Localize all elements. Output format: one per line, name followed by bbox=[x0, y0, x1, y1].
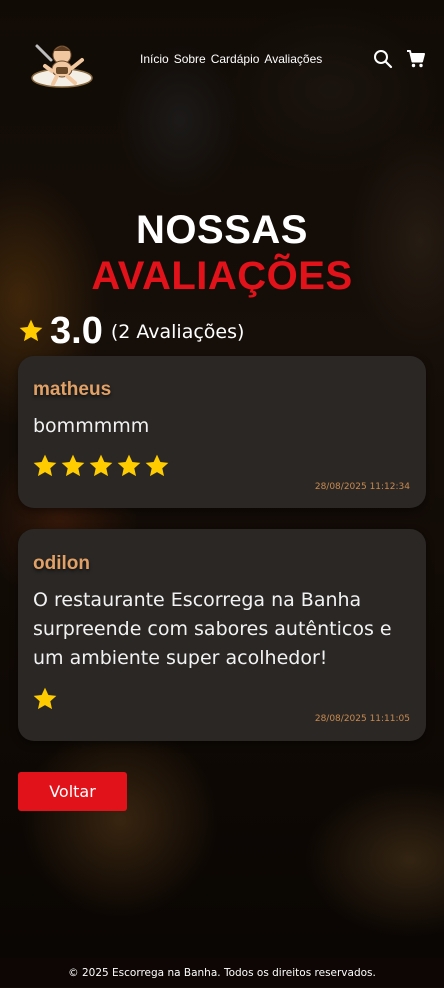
review-author: odilon bbox=[33, 553, 90, 574]
review-card: matheus bommmmm 28/08/2025 11:12:34 bbox=[18, 356, 426, 508]
review-text: O restaurante Escorrega na Banha surpree… bbox=[33, 589, 392, 669]
star-icon bbox=[33, 454, 57, 477]
footer-text: © 2025 Escorrega na Banha. Todos os dire… bbox=[68, 967, 376, 979]
review-stars bbox=[32, 453, 170, 479]
chef-boy-logo-icon[interactable] bbox=[25, 38, 95, 90]
title-line-2: AVALIAÇÕES bbox=[91, 253, 353, 298]
nav-link-cardapio[interactable]: Cardápio bbox=[211, 52, 260, 66]
site-footer: © 2025 Escorrega na Banha. Todos os dire… bbox=[0, 958, 444, 987]
star-icon bbox=[145, 454, 169, 477]
main-nav: Início Sobre Cardápio Avaliações bbox=[140, 52, 322, 66]
review-author: matheus bbox=[33, 379, 112, 400]
review-date: 28/08/2025 11:12:34 bbox=[314, 482, 410, 492]
site-header: Início Sobre Cardápio Avaliações bbox=[0, 0, 444, 110]
search-icon[interactable] bbox=[373, 49, 393, 69]
star-icon bbox=[61, 454, 85, 477]
page-title: NOSSAS AVALIAÇÕES bbox=[0, 207, 444, 299]
nav-link-avaliacoes[interactable]: Avaliações bbox=[264, 52, 322, 66]
star-icon bbox=[19, 319, 43, 342]
star-icon bbox=[117, 454, 141, 477]
rating-summary: 3.0 (2 Avaliações) bbox=[18, 310, 244, 352]
reviews-count: (2 Avaliações) bbox=[110, 321, 245, 343]
title-line-1: NOSSAS bbox=[136, 207, 308, 252]
average-rating: 3.0 bbox=[50, 310, 103, 352]
review-text: bommmmm bbox=[33, 415, 150, 437]
page: Início Sobre Cardápio Avaliações NOSSAS … bbox=[0, 0, 444, 987]
nav-link-inicio[interactable]: Início bbox=[140, 52, 169, 66]
cart-icon[interactable] bbox=[406, 49, 426, 69]
nav-link-sobre[interactable]: Sobre bbox=[174, 52, 206, 66]
star-icon bbox=[89, 454, 113, 477]
review-stars bbox=[32, 686, 58, 712]
review-date: 28/08/2025 11:11:05 bbox=[314, 714, 410, 724]
review-card: odilon O restaurante Escorrega na Banha … bbox=[18, 529, 426, 741]
star-icon bbox=[33, 687, 57, 710]
back-button[interactable]: Voltar bbox=[18, 772, 127, 811]
